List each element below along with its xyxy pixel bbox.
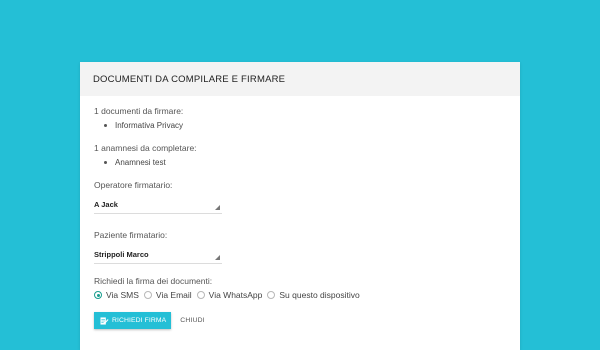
operator-label: Operatore firmatario: xyxy=(94,180,173,190)
sign-documents-dialog: DOCUMENTI DA COMPILARE E FIRMARE 1 docum… xyxy=(80,62,520,350)
radio-label: Via Email xyxy=(155,290,192,300)
request-signature-label: RICHIEDI FIRMA xyxy=(112,317,167,324)
operator-value: A Jack xyxy=(94,200,118,209)
patient-select[interactable]: Strippoli Marco xyxy=(94,246,222,264)
dropdown-arrow-icon xyxy=(215,205,220,210)
sign-method-radio-group: Via SMS Via Email Via WhatsApp Su questo… xyxy=(94,290,520,300)
list-item: Anamnesi test xyxy=(94,156,520,168)
bullet-icon xyxy=(104,160,107,164)
dialog-actions: RICHIEDI FIRMA CHIUDI xyxy=(94,312,520,329)
dropdown-arrow-icon xyxy=(215,255,220,260)
document-name: Informativa Privacy xyxy=(115,120,184,130)
list-item: Informativa Privacy xyxy=(94,119,520,131)
radio-label: Via SMS xyxy=(106,290,139,300)
anamnesi-list: Anamnesi test xyxy=(94,156,520,168)
dialog-header: DOCUMENTI DA COMPILARE E FIRMARE xyxy=(80,62,520,96)
sign-method-label: Richiedi la firma dei documenti: xyxy=(94,276,213,286)
documents-list: Informativa Privacy xyxy=(94,119,520,131)
operator-select[interactable]: A Jack xyxy=(94,196,222,214)
bullet-icon xyxy=(104,123,107,127)
radio-option-email[interactable]: Via Email xyxy=(143,290,192,300)
edit-document-icon xyxy=(100,316,109,325)
radio-label: Via WhatsApp xyxy=(208,290,263,300)
anamnesi-name: Anamnesi test xyxy=(115,157,166,167)
radio-button-checked[interactable] xyxy=(94,291,102,299)
radio-label: Su questo dispositivo xyxy=(279,290,360,300)
anamnesi-label: 1 anamnesi da completare: xyxy=(94,143,197,153)
dialog-body: 1 documenti da firmare: Informativa Priv… xyxy=(80,96,520,329)
radio-option-sms[interactable]: Via SMS xyxy=(94,290,139,300)
radio-button[interactable] xyxy=(143,291,152,299)
radio-option-whatsapp[interactable]: Via WhatsApp xyxy=(196,290,263,300)
documents-to-sign-label: 1 documenti da firmare: xyxy=(94,106,184,116)
radio-button[interactable] xyxy=(267,291,276,299)
patient-label: Paziente firmatario: xyxy=(94,230,168,240)
radio-button[interactable] xyxy=(196,291,205,299)
close-button[interactable]: CHIUDI xyxy=(180,317,205,324)
radio-option-this-device[interactable]: Su questo dispositivo xyxy=(267,290,360,300)
patient-value: Strippoli Marco xyxy=(94,250,149,259)
request-signature-button[interactable]: RICHIEDI FIRMA xyxy=(94,312,172,329)
dialog-title: DOCUMENTI DA COMPILARE E FIRMARE xyxy=(93,73,286,85)
